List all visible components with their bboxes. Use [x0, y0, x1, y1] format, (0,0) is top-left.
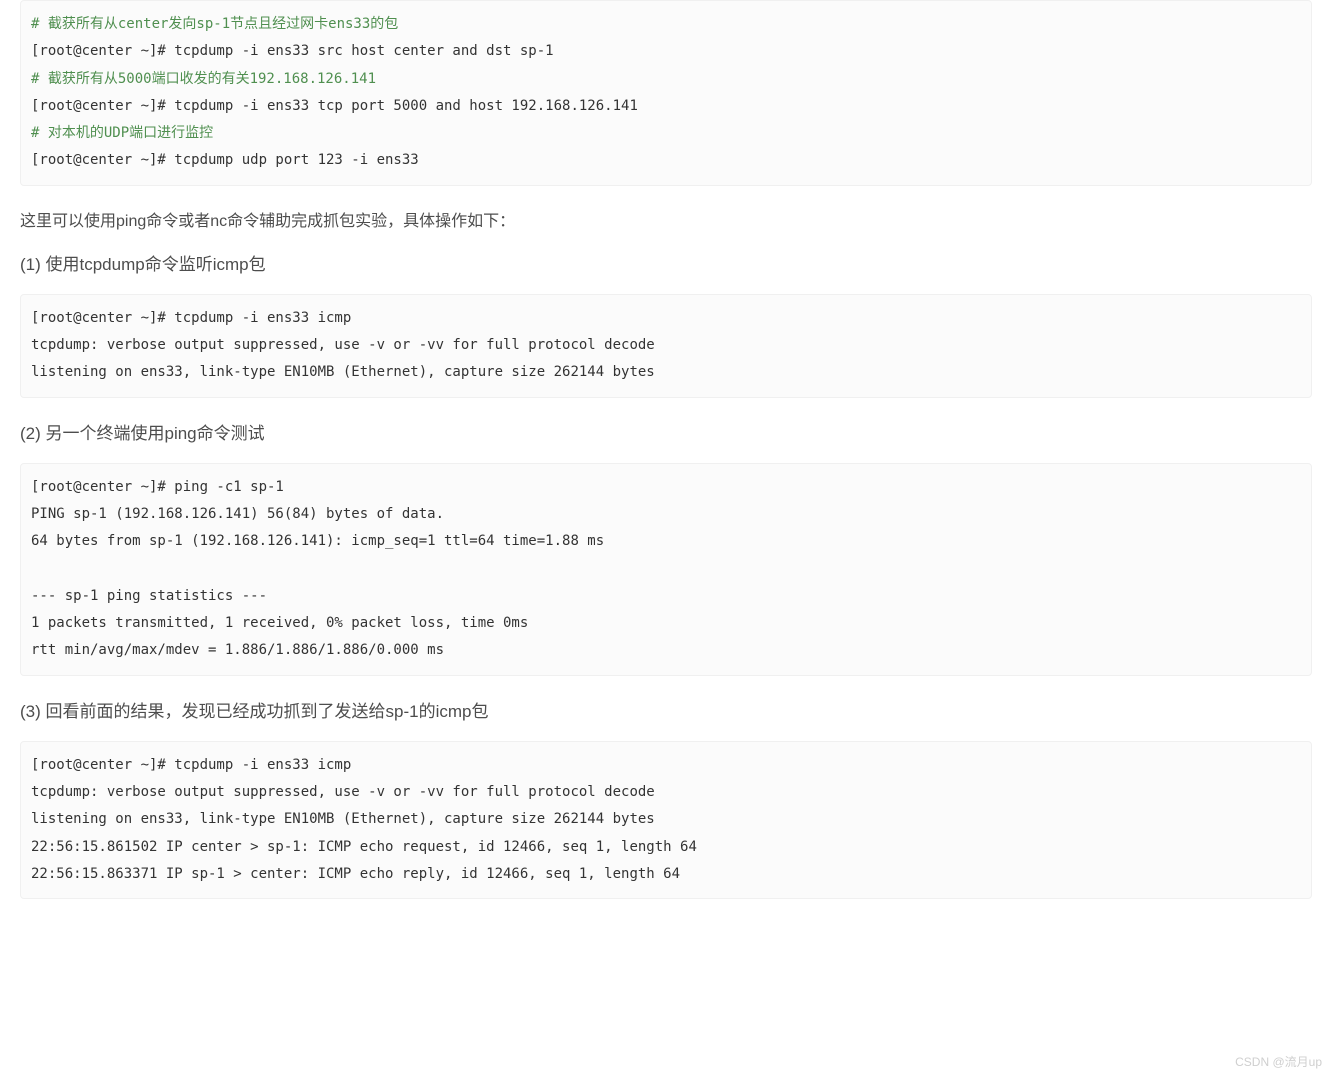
- watermark: CSDN @流月up: [1235, 1052, 1322, 1072]
- code-comment: # 对本机的UDP端口进行监控: [31, 125, 213, 141]
- code-line: [root@center ~]# tcpdump udp port 123 -i…: [31, 152, 419, 168]
- code-content: [root@center ~]# ping -c1 sp-1 PING sp-1…: [31, 474, 1301, 665]
- code-block-3: [root@center ~]# ping -c1 sp-1 PING sp-1…: [20, 463, 1312, 676]
- code-line: [root@center ~]# tcpdump -i ens33 src ho…: [31, 43, 554, 59]
- code-comment: # 截获所有从center发向sp-1节点且经过网卡ens33的包: [31, 16, 398, 32]
- step-3-heading: (3) 回看前面的结果，发现已经成功抓到了发送给sp-1的icmp包: [20, 698, 1312, 727]
- code-content: [root@center ~]# tcpdump -i ens33 icmp t…: [31, 305, 1301, 387]
- step-2-heading: (2) 另一个终端使用ping命令测试: [20, 420, 1312, 449]
- code-content: [root@center ~]# tcpdump -i ens33 icmp t…: [31, 752, 1301, 888]
- code-comment: # 截获所有从5000端口收发的有关192.168.126.141: [31, 71, 376, 87]
- code-block-1: # 截获所有从center发向sp-1节点且经过网卡ens33的包 [root@…: [20, 0, 1312, 186]
- code-line: [root@center ~]# tcpdump -i ens33 tcp po…: [31, 98, 638, 114]
- step-1-heading: (1) 使用tcpdump命令监听icmp包: [20, 251, 1312, 280]
- code-block-4: [root@center ~]# tcpdump -i ens33 icmp t…: [20, 741, 1312, 899]
- description-paragraph: 这里可以使用ping命令或者nc命令辅助完成抓包实验，具体操作如下：: [20, 208, 1312, 235]
- code-block-2: [root@center ~]# tcpdump -i ens33 icmp t…: [20, 294, 1312, 398]
